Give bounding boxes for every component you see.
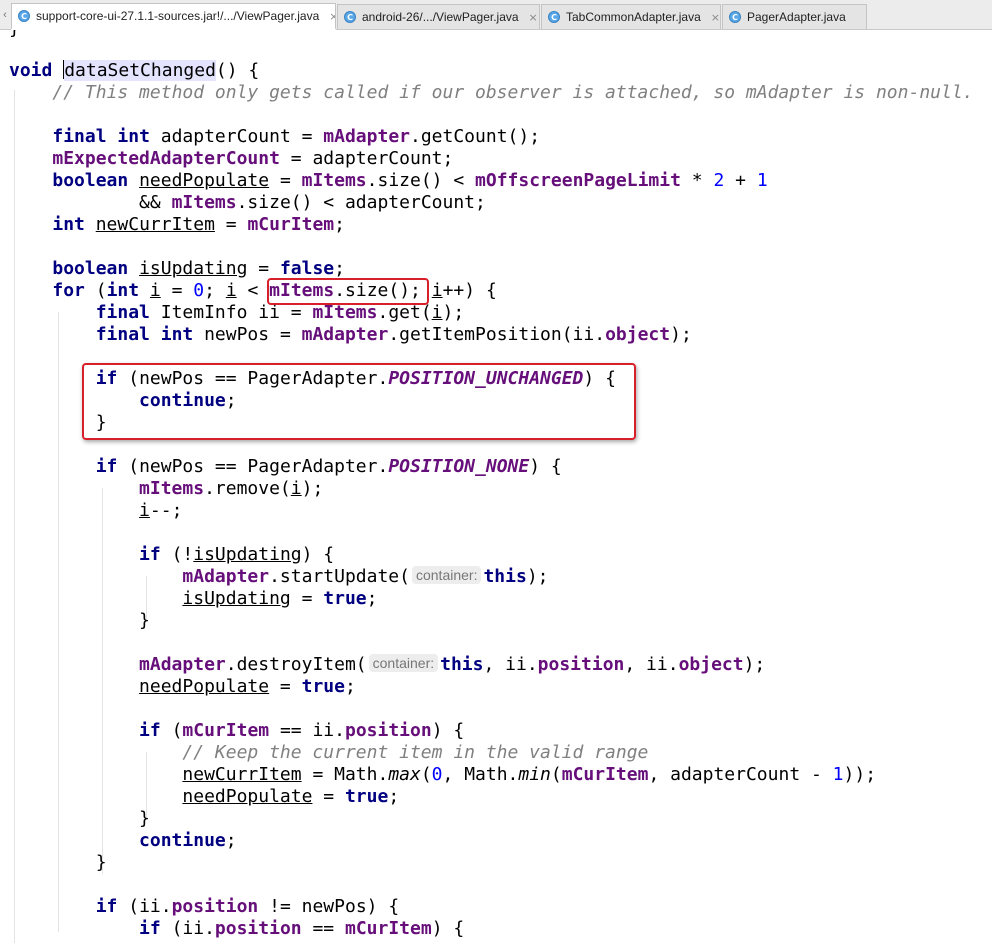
tab-label: TabCommonAdapter.java: [566, 10, 701, 24]
tab-pageradapter[interactable]: C PagerAdapter.java: [722, 4, 867, 29]
code-line: boolean isUpdating = false;: [52, 258, 345, 279]
code-line: }: [95, 852, 107, 873]
close-icon[interactable]: ×: [711, 11, 720, 24]
code-line-comment: // This method only gets called if our o…: [52, 82, 974, 103]
code-line: mExpectedAdapterCount = adapterCount;: [52, 148, 454, 169]
code-line: mAdapter.startUpdate(container: this);: [182, 566, 549, 587]
code-line: boolean needPopulate = mItems.size() < m…: [52, 170, 768, 191]
java-class-icon: C: [548, 11, 560, 23]
tab-scroll-left-icon[interactable]: ‹: [0, 0, 10, 29]
code-line: mItems.remove(i);: [139, 478, 324, 499]
code-line-comment: // Keep the current item in the valid ra…: [182, 742, 649, 763]
close-icon[interactable]: ×: [329, 10, 335, 23]
code-line: }: [139, 610, 150, 631]
tab-label: support-core-ui-27.1.1-sources.jar!/.../…: [36, 9, 320, 23]
parameter-hint: container:: [368, 654, 439, 672]
code-line: final int newPos = mAdapter.getItemPosit…: [95, 324, 692, 345]
code-line: int newCurrItem = mCurItem;: [52, 214, 345, 235]
code-line: needPopulate = true;: [139, 676, 356, 697]
code-line: needPopulate = true;: [182, 786, 400, 807]
code-line: final ItemInfo ii = mItems.get(i);: [95, 302, 465, 323]
method-name: dataSetChanged: [64, 60, 216, 81]
tab-viewpager-support[interactable]: C support-core-ui-27.1.1-sources.jar!/..…: [11, 3, 336, 30]
parameter-hint: container:: [411, 566, 482, 584]
code-line: if (mCurItem == ii.position) {: [139, 720, 465, 741]
tab-label: android-26/.../ViewPager.java: [362, 10, 519, 24]
code-line: newCurrItem = Math.max(0, Math.min(mCurI…: [182, 764, 877, 785]
code-editor[interactable]: } void dataSetChanged() { // This method…: [0, 30, 992, 943]
java-class-icon: C: [18, 10, 30, 22]
tab-tabcommonadapter[interactable]: C TabCommonAdapter.java ×: [541, 4, 721, 29]
code-line: if (!isUpdating) {: [139, 544, 335, 565]
java-class-icon: C: [729, 11, 741, 23]
code-line: if (ii.position != newPos) {: [95, 896, 400, 917]
code-line: }: [9, 30, 20, 40]
code-line: }: [139, 808, 150, 829]
code-line: if (ii.position == mCurItem) {: [139, 918, 465, 939]
code-line: mAdapter.destroyItem(container: this, ii.…: [139, 654, 766, 675]
code-line: isUpdating = true;: [182, 588, 378, 609]
annotation-box-items-size: [267, 278, 429, 305]
java-class-icon: C: [344, 11, 356, 23]
code-line: && mItems.size() < adapterCount;: [139, 192, 486, 213]
editor-tab-bar: ‹ C support-core-ui-27.1.1-sources.jar!/…: [0, 0, 992, 30]
code-line: i--;: [139, 500, 183, 521]
code-line: if (newPos == PagerAdapter.POSITION_NONE…: [95, 456, 562, 477]
tab-label: PagerAdapter.java: [747, 10, 846, 24]
annotation-box-position-unchanged: [82, 363, 636, 440]
tab-viewpager-android26[interactable]: C android-26/.../ViewPager.java ×: [337, 4, 540, 29]
code-line-method-signature: void dataSetChanged() {: [9, 60, 260, 81]
code-line: continue;: [139, 830, 237, 851]
close-icon[interactable]: ×: [529, 11, 538, 24]
code-line: final int adapterCount = mAdapter.getCou…: [52, 126, 541, 147]
